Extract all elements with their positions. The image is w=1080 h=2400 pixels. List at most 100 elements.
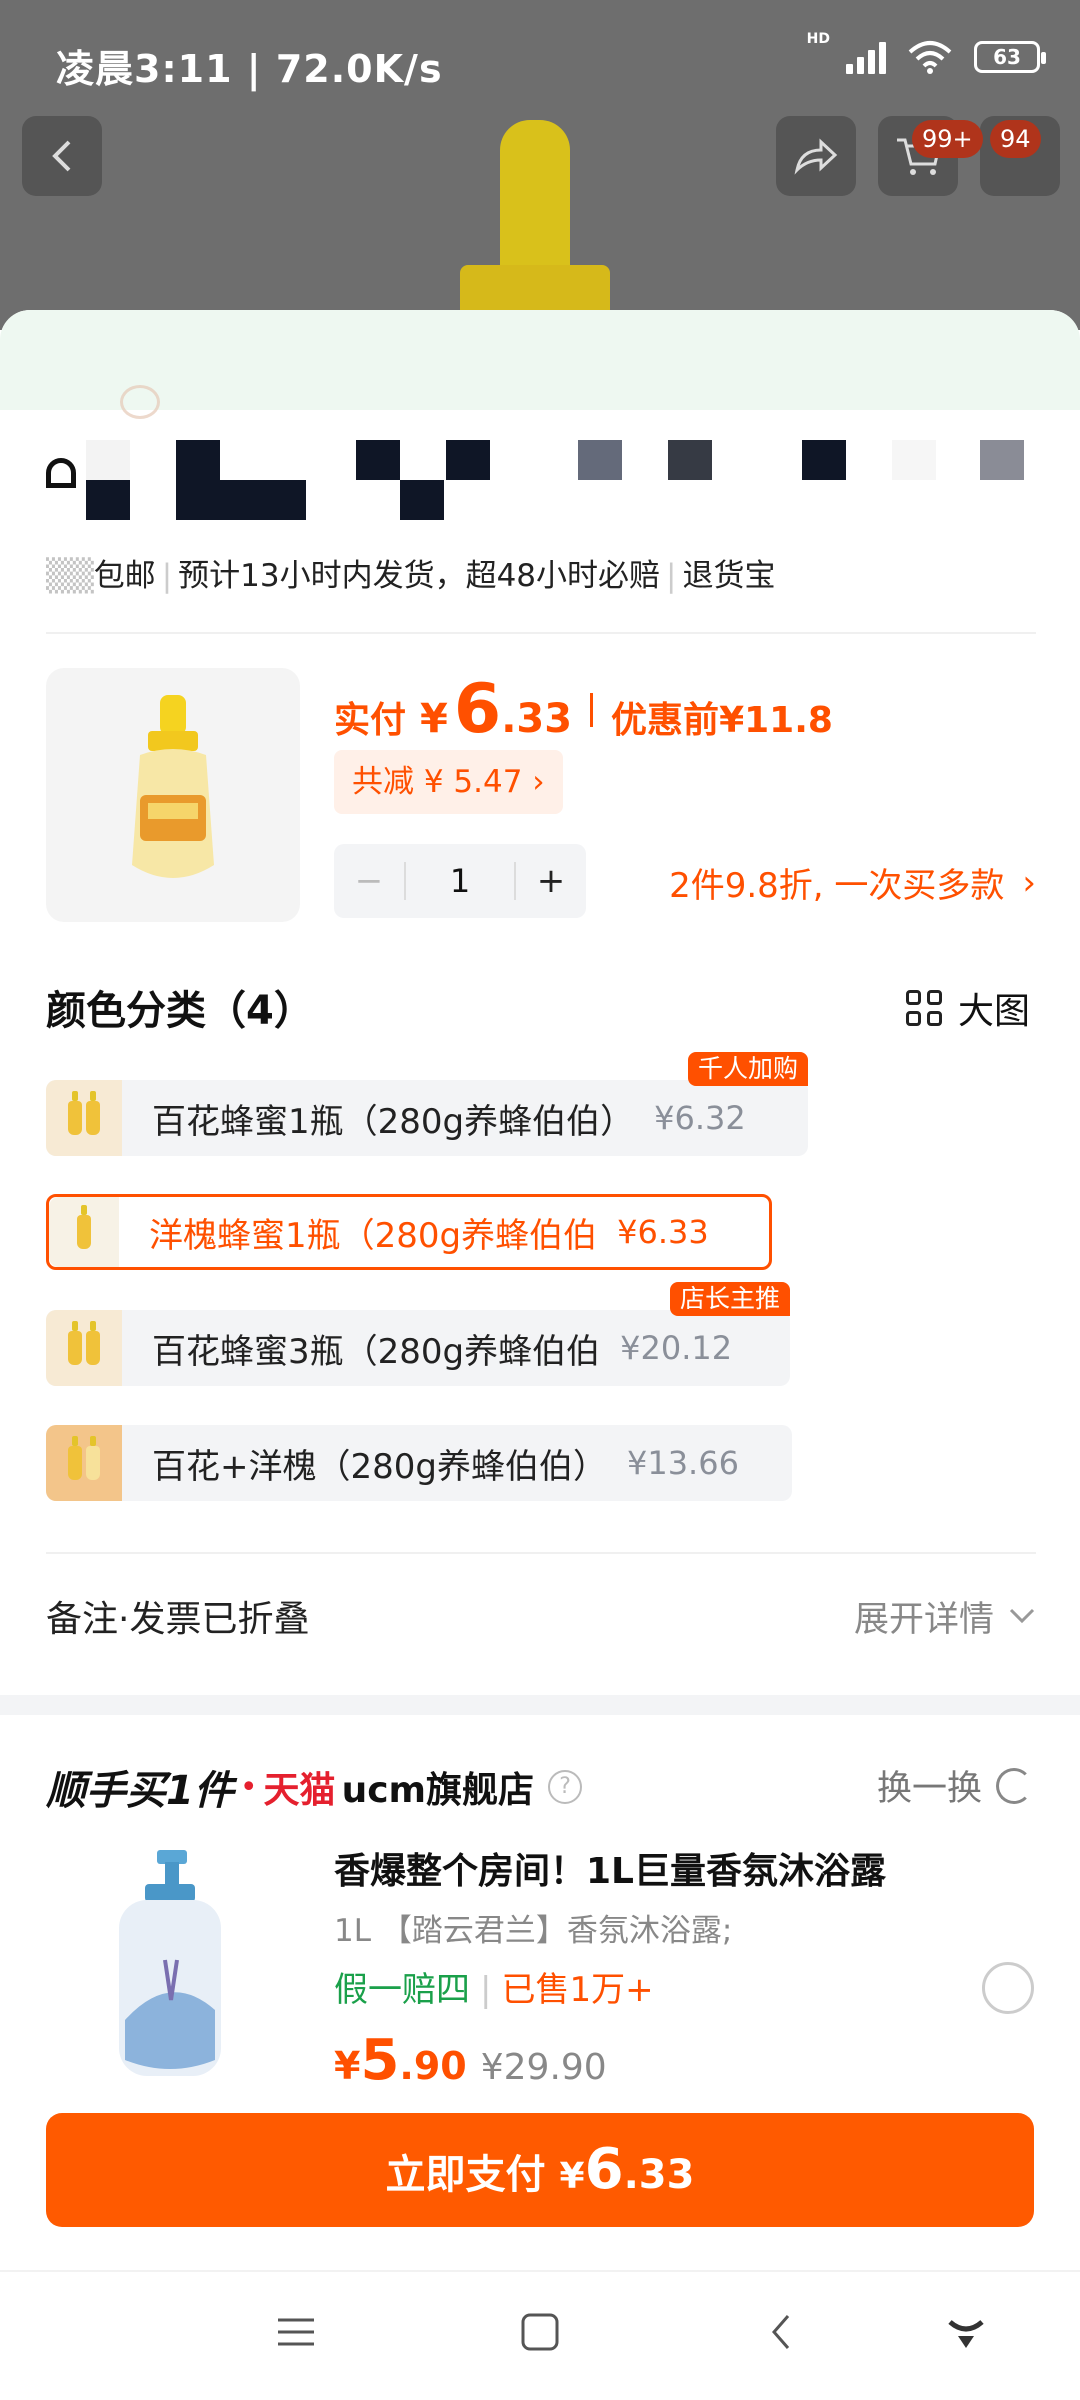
sku-badge: 千人加购 bbox=[687, 1052, 808, 1086]
sheet-header-band bbox=[0, 310, 1080, 410]
sku-option[interactable]: 百花蜂蜜3瓶（280g养蜂伯伯 ¥20.12 店长主推 bbox=[46, 1282, 790, 1386]
refresh-icon bbox=[996, 1767, 1032, 1804]
signal-icon bbox=[846, 40, 886, 74]
sku-thumbnail bbox=[49, 1197, 119, 1267]
sku-price: ¥6.33 bbox=[617, 1213, 709, 1251]
divider bbox=[46, 632, 1036, 634]
honey-bottle-image bbox=[132, 695, 214, 878]
color-category-title: 颜色分类（4） bbox=[46, 988, 314, 1034]
shipping-info: ▒▒包邮 | 预计13小时内发货，超48小时必赔 | 退货宝 bbox=[46, 558, 776, 594]
price-line: 实付 ¥ 6 .33 优惠前 ¥11.8 bbox=[334, 670, 833, 749]
price-dec: .33 bbox=[501, 696, 573, 742]
help-icon[interactable]: ? bbox=[548, 1770, 583, 1804]
before-label: 优惠前 bbox=[611, 700, 720, 741]
buy-along-title: 顺手买1件 bbox=[46, 1768, 234, 1814]
swap-label: 换一换 bbox=[876, 1769, 982, 1809]
sku-name: 百花蜂蜜3瓶（280g养蜂伯伯 bbox=[152, 1331, 601, 1372]
quantity-value[interactable]: 1 bbox=[404, 862, 516, 900]
currency: ¥ bbox=[334, 2044, 361, 2088]
status-time: 凌晨3:11 | 72.0K/s bbox=[56, 47, 443, 91]
before-price: ¥11.8 bbox=[719, 700, 833, 741]
home-icon[interactable] bbox=[520, 2312, 560, 2352]
wifi-icon bbox=[908, 41, 952, 74]
remark-label: 备注·发票已折叠 bbox=[46, 1599, 310, 1640]
paid-label: 实付 bbox=[334, 700, 407, 741]
menu-icon[interactable] bbox=[276, 2312, 316, 2352]
pay-currency: ¥ bbox=[559, 2156, 585, 2197]
old-price: ¥29.90 bbox=[480, 2047, 607, 2088]
message-badge: 94 bbox=[990, 120, 1041, 158]
pay-label: 立即支付 bbox=[385, 2152, 546, 2198]
share-button[interactable] bbox=[776, 116, 856, 196]
share-icon bbox=[794, 138, 838, 175]
pay-int: 6 bbox=[584, 2137, 624, 2202]
buy-along-header: 顺手买1件 • 天猫 ucm旗舰店 ? bbox=[46, 1758, 583, 1816]
back-icon bbox=[52, 140, 71, 172]
system-nav-bar bbox=[0, 2270, 1080, 2400]
free-shipping-label: 包邮 bbox=[93, 558, 156, 594]
big-view-label: 大图 bbox=[957, 991, 1030, 1032]
network-type: HD bbox=[806, 31, 830, 47]
pay-now-button[interactable]: 立即支付 ¥ 6 .33 bbox=[46, 2113, 1034, 2227]
chevron-right-icon: › bbox=[1022, 862, 1036, 903]
sku-option[interactable]: 百花蜂蜜1瓶（280g养蜂伯伯） ¥6.32 千人加购 bbox=[46, 1052, 808, 1156]
currency: ¥ bbox=[420, 696, 448, 742]
increase-button[interactable]: + bbox=[516, 861, 586, 901]
add-item-radio[interactable] bbox=[982, 1962, 1034, 2014]
recommended-tags: 假一赔四 | 已售1万+ bbox=[334, 1970, 654, 2010]
sku-price: ¥6.32 bbox=[654, 1099, 746, 1137]
recommended-desc: 1L 【踏云君兰】香氛沐浴露; bbox=[334, 1913, 733, 1949]
divider bbox=[46, 1552, 1036, 1554]
status-bar: 凌晨3:11 | 72.0K/s HD 63 bbox=[0, 0, 1080, 110]
section-gap bbox=[0, 1695, 1080, 1715]
separator-dot: • bbox=[239, 1769, 258, 1805]
shop-name[interactable]: ucm旗舰店 bbox=[342, 1761, 534, 1813]
body-wash-bottle-image bbox=[119, 1850, 221, 2076]
sku-badge: 店长主推 bbox=[669, 1282, 790, 1316]
promo-text: 2件9.8折, 一次买多款 bbox=[669, 866, 1005, 906]
sku-thumbnail bbox=[46, 1425, 122, 1501]
sku-option-selected[interactable]: 洋槐蜂蜜1瓶（280g养蜂伯伯 ¥6.33 bbox=[46, 1194, 772, 1270]
discount-tag[interactable]: 共减 ¥ 5.47 › bbox=[334, 750, 563, 814]
multi-buy-promo-link[interactable]: 2件9.8折, 一次买多款 › bbox=[669, 858, 1036, 907]
expand-label: 展开详情 bbox=[853, 1599, 994, 1640]
price-int: 6 bbox=[453, 670, 502, 749]
cart-badge: 99+ bbox=[912, 120, 983, 158]
product-hero-image bbox=[460, 120, 610, 325]
big-view-toggle[interactable]: 大图 bbox=[905, 982, 1030, 1034]
tmall-logo: 天猫 bbox=[263, 1770, 336, 1811]
pay-dec: .33 bbox=[623, 2152, 695, 2198]
sold-count-tag: 已售1万+ bbox=[501, 1970, 654, 2010]
address-mosaic bbox=[46, 440, 1046, 540]
chat-icon bbox=[120, 385, 160, 419]
chevron-down-icon bbox=[1009, 1608, 1035, 1624]
quantity-stepper: − 1 + bbox=[334, 844, 586, 918]
product-thumbnail[interactable] bbox=[46, 668, 300, 922]
sku-name: 洋槐蜂蜜1瓶（280g养蜂伯伯 bbox=[149, 1215, 598, 1256]
battery-icon: 63 bbox=[974, 41, 1046, 73]
price-int: 5 bbox=[360, 2028, 400, 2093]
price-dec: .90 bbox=[399, 2044, 467, 2088]
decrease-button[interactable]: − bbox=[334, 861, 404, 901]
sku-bottom-sheet: ▒▒包邮 | 预计13小时内发货，超48小时必赔 | 退货宝 实付 ¥ 6 .33 优惠… bbox=[0, 310, 1080, 2270]
assistant-icon[interactable] bbox=[946, 2312, 986, 2352]
remark-invoice-row[interactable]: 备注·发票已折叠 展开详情 bbox=[46, 1590, 1036, 1642]
sku-name: 百花蜂蜜1瓶（280g养蜂伯伯） bbox=[152, 1101, 635, 1142]
recommended-price: ¥ 5 .90 ¥29.90 bbox=[334, 2028, 607, 2093]
authentic-guarantee-tag: 假一赔四 bbox=[334, 1970, 470, 2010]
product-page-backdrop: 凌晨3:11 | 72.0K/s HD 63 99+ 94 bbox=[0, 0, 1080, 330]
sku-price: ¥20.12 bbox=[620, 1329, 733, 1367]
sku-option[interactable]: 百花+洋槐（280g养蜂伯伯） ¥13.66 bbox=[46, 1425, 792, 1501]
sku-price: ¥13.66 bbox=[626, 1444, 739, 1482]
expand-details[interactable]: 展开详情 bbox=[854, 1591, 1036, 1642]
recommended-product-image[interactable] bbox=[50, 1840, 290, 2090]
nav-back-icon[interactable] bbox=[766, 2312, 796, 2352]
back-button[interactable] bbox=[22, 116, 102, 196]
sku-thumbnail bbox=[46, 1310, 122, 1386]
shipping-eta: 预计13小时内发货，超48小时必赔 bbox=[178, 558, 661, 594]
return-service: 退货宝 bbox=[682, 558, 776, 594]
swap-button[interactable]: 换一换 bbox=[877, 1760, 1032, 1811]
grid-icon bbox=[905, 990, 942, 1026]
sku-thumbnail bbox=[46, 1080, 122, 1156]
recommended-title: 香爆整个房间！1L巨量香氛沐浴露 bbox=[334, 1851, 886, 1892]
